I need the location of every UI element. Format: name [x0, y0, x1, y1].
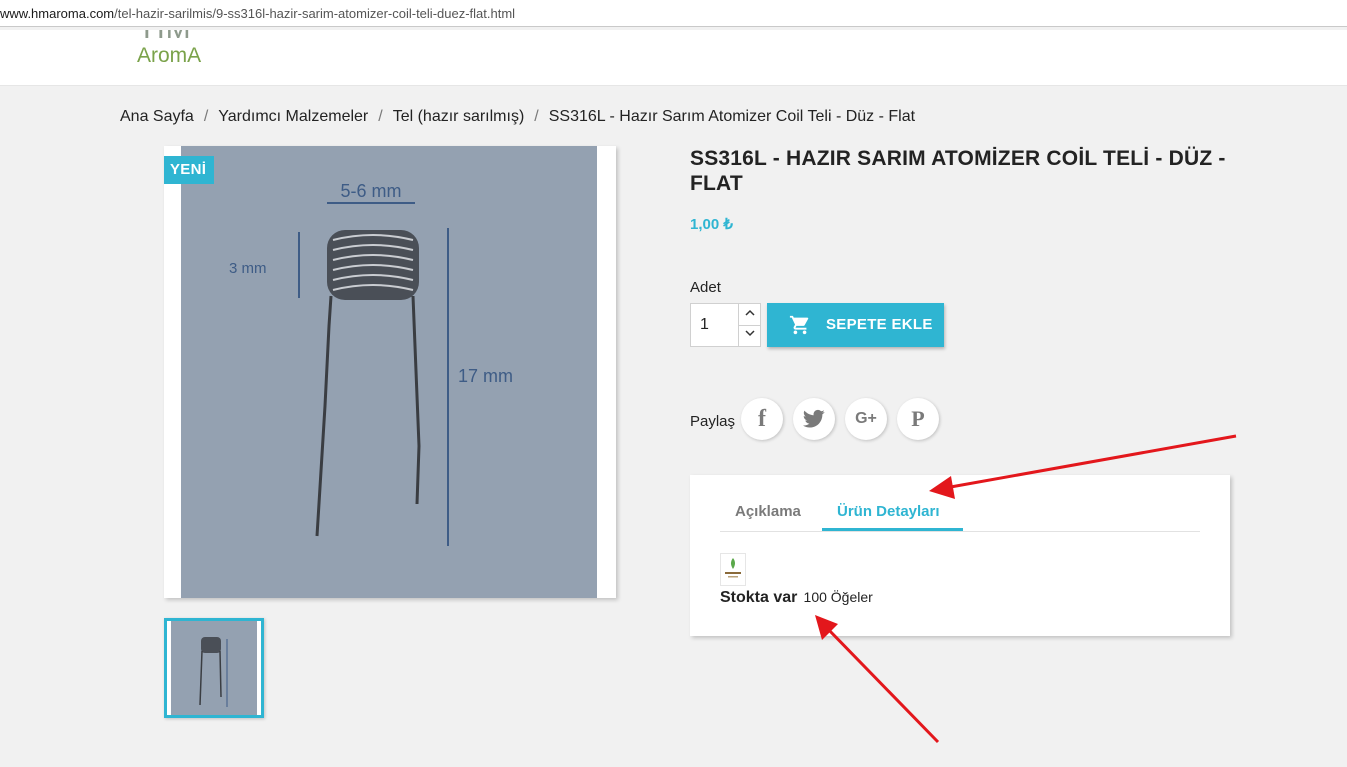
url-path: /tel-hazir-sarilmis/9-ss316l-hazir-sarim… [114, 6, 516, 21]
twitter-icon [803, 409, 825, 428]
breadcrumb-home[interactable]: Ana Sayfa [120, 108, 194, 125]
chevron-up-icon [745, 309, 755, 316]
twitter-share-button[interactable] [793, 398, 835, 440]
breadcrumb-separator: / [378, 108, 383, 125]
breadcrumb-separator: / [534, 108, 539, 125]
pinterest-share-button[interactable]: P [897, 398, 939, 440]
coil-photo: 5-6 mm 3 mm 17 mm [181, 146, 597, 598]
shopping-cart-icon [789, 315, 809, 335]
facebook-icon: f [758, 406, 766, 432]
product-thumbnail[interactable] [164, 618, 264, 718]
quantity-increase-button[interactable] [738, 304, 761, 326]
breadcrumb-current[interactable]: SS316L - Hazır Sarım Atomizer Coil Teli … [549, 108, 915, 125]
tab-product-details[interactable]: Ürün Detayları [837, 503, 940, 520]
google-plus-icon: G+ [855, 410, 877, 427]
quantity-input[interactable]: 1 [691, 304, 739, 346]
image-label-diameter: 3 mm [229, 260, 267, 277]
stock-label: Stokta var [720, 589, 798, 606]
breadcrumb-separator: / [203, 108, 209, 125]
manufacturer-logo[interactable] [720, 553, 746, 586]
stock-status: Stokta var 100 Öğeler [720, 589, 873, 607]
quantity-stepper: 1 [690, 303, 761, 347]
pinterest-icon: P [911, 406, 925, 431]
stock-count: 100 Öğeler [803, 589, 873, 605]
product-main-image[interactable]: 5-6 mm 3 mm 17 mm YENİ [164, 146, 616, 598]
breadcrumb-subcategory[interactable]: Tel (hazır sarılmış) [393, 108, 525, 125]
google-plus-share-button[interactable]: G+ [845, 398, 887, 440]
facebook-share-button[interactable]: f [741, 398, 783, 440]
browser-url-bar[interactable]: www.hmaroma.com/tel-hazir-sarilmis/9-ss3… [0, 0, 1347, 27]
logo-text: AromA [137, 44, 202, 67]
tab-description[interactable]: Açıklama [735, 503, 801, 520]
quantity-decrease-button[interactable] [738, 325, 761, 346]
new-badge: YENİ [164, 156, 215, 184]
quantity-label: Adet [690, 279, 721, 296]
url-host: www.hmaroma.com [0, 6, 115, 21]
chevron-down-icon [745, 330, 755, 337]
coil-thumbnail-image [171, 621, 257, 715]
active-tab-indicator [822, 528, 963, 531]
product-price: 1,00 ₺ [690, 216, 733, 233]
site-logo[interactable]: HM AromA [137, 30, 227, 70]
brand-leaf-icon [725, 558, 741, 578]
tab-divider [720, 531, 1200, 532]
add-to-cart-button[interactable]: SEPETE EKLE [767, 303, 944, 347]
breadcrumb-category[interactable]: Yardımcı Malzemeler [218, 108, 368, 125]
breadcrumb: Ana Sayfa / Yardımcı Malzemeler / Tel (hazır… [120, 108, 915, 126]
image-label-length: 17 mm [458, 366, 513, 386]
product-tabs-panel: Açıklama Ürün Detayları Stokta var 100 Ö… [690, 475, 1230, 636]
add-to-cart-label: SEPETE EKLE [826, 316, 933, 333]
image-label-width: 5-6 mm [340, 181, 401, 201]
product-title: SS316L - HAZIR SARIM ATOMİZER COİL TELİ … [690, 147, 1226, 195]
share-label: Paylaş [690, 413, 736, 430]
